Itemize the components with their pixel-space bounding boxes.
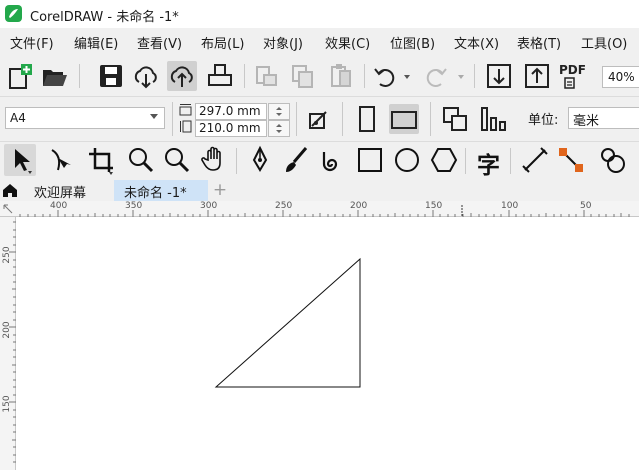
- menu-bitmaps[interactable]: 位图(B): [390, 33, 435, 52]
- save-icon[interactable]: [96, 61, 126, 91]
- menu-file[interactable]: 文件(F): [10, 33, 54, 52]
- ruler-origin-icon[interactable]: [2, 203, 14, 215]
- add-tab-button[interactable]: +: [210, 181, 230, 200]
- export-icon[interactable]: [522, 61, 552, 91]
- toolbar-separator: [465, 148, 466, 174]
- units-label: 单位:: [528, 113, 559, 128]
- ruler-label: 150: [425, 201, 443, 211]
- ruler-label: 350: [125, 201, 143, 211]
- tab-welcome-label: 欢迎屏幕: [34, 186, 87, 201]
- redo-dropdown-arrow-icon[interactable]: [458, 75, 464, 79]
- page-height-icon: [179, 120, 192, 133]
- toolbar-separator: [79, 64, 80, 88]
- triangle-shape[interactable]: [214, 257, 361, 388]
- zoom-tool-2-icon[interactable]: [160, 144, 192, 176]
- units-select[interactable]: 毫米: [568, 107, 639, 129]
- portrait-orientation-icon[interactable]: [352, 104, 382, 134]
- redo-icon[interactable]: [421, 61, 451, 91]
- menu-effects[interactable]: 效果(C): [325, 33, 370, 52]
- artistic-media-tool-icon[interactable]: [280, 144, 312, 176]
- undo-dropdown-arrow-icon[interactable]: [404, 75, 410, 79]
- text-tool-glyph: 字: [477, 153, 500, 179]
- toolbar-separator: [172, 102, 173, 136]
- menu-object[interactable]: 对象(J): [263, 33, 303, 52]
- import-icon[interactable]: [484, 61, 514, 91]
- toolbar-separator: [510, 148, 511, 174]
- publish-to-pdf-icon[interactable]: PDF: [557, 61, 587, 91]
- cut-icon[interactable]: [251, 61, 281, 91]
- undo-icon[interactable]: [370, 61, 400, 91]
- menu-view[interactable]: 查看(V): [137, 33, 182, 52]
- toolbar-separator: [474, 64, 475, 88]
- connector-tool-icon[interactable]: [555, 144, 587, 176]
- paper-size-select[interactable]: A4: [5, 107, 165, 129]
- ruler-label: 100: [501, 201, 519, 211]
- ruler-label: 250: [2, 246, 12, 264]
- download-from-cloud-icon[interactable]: [131, 61, 161, 91]
- page-width-spinner[interactable]: [268, 103, 290, 120]
- ruler-label: 400: [50, 201, 68, 211]
- menu-edit[interactable]: 编辑(E): [74, 33, 118, 52]
- drawing-canvas[interactable]: [17, 218, 639, 470]
- toolbar-separator: [236, 148, 237, 174]
- toolbar-separator: [364, 64, 365, 88]
- menu-text[interactable]: 文本(X): [454, 33, 499, 52]
- coreldraw-logo-icon: [5, 5, 22, 22]
- ruler-label: 150: [2, 395, 12, 413]
- shape-tool-icon[interactable]: [44, 144, 76, 176]
- landscape-orientation-icon[interactable]: [389, 104, 419, 134]
- paste-icon[interactable]: [326, 61, 356, 91]
- copy-icon[interactable]: [288, 61, 318, 91]
- tab-document-label: 未命名 -1*: [124, 186, 187, 201]
- ruler-label: 250: [275, 201, 293, 211]
- toolbar-separator: [430, 102, 431, 136]
- page-dimensions-tool-icon[interactable]: [304, 104, 334, 134]
- current-page-layout-icon[interactable]: [478, 104, 508, 134]
- new-document-icon[interactable]: [5, 61, 35, 91]
- upload-to-cloud-icon[interactable]: [167, 61, 197, 91]
- home-icon[interactable]: [2, 182, 18, 198]
- page-width-field[interactable]: 297.0 mm: [195, 103, 267, 120]
- polygon-tool-icon[interactable]: [428, 144, 460, 176]
- dimension-tool-icon[interactable]: [519, 144, 551, 176]
- ellipse-tool-icon[interactable]: [391, 144, 423, 176]
- all-pages-layout-icon[interactable]: [440, 104, 470, 134]
- page-height-field[interactable]: 210.0 mm: [195, 120, 267, 137]
- open-folder-icon[interactable]: [40, 61, 70, 91]
- pick-tool-icon[interactable]: [4, 144, 36, 176]
- pen-tool-icon[interactable]: [244, 144, 276, 176]
- ruler-label: 50: [580, 201, 592, 211]
- toolbar-separator: [244, 64, 245, 88]
- spiral-tool-icon[interactable]: [316, 144, 348, 176]
- toolbar-separator: [342, 102, 343, 136]
- text-tool-icon[interactable]: 字: [473, 144, 505, 179]
- print-icon[interactable]: [205, 61, 235, 91]
- chevron-down-icon: [150, 114, 158, 119]
- zoom-tool-icon[interactable]: [124, 144, 156, 176]
- pan-tool-icon[interactable]: [198, 144, 230, 176]
- blend-tool-icon[interactable]: [596, 144, 628, 176]
- crop-tool-icon[interactable]: [85, 144, 117, 176]
- page-width-icon: [179, 103, 192, 116]
- window-title: CorelDRAW - 未命名 -1*: [30, 10, 179, 25]
- page-height-spinner[interactable]: [268, 120, 290, 137]
- menu-layout[interactable]: 布局(L): [201, 33, 244, 52]
- rectangle-tool-icon[interactable]: [354, 144, 386, 176]
- zoom-level-input[interactable]: 40%: [602, 66, 639, 88]
- ruler-label: 200: [350, 201, 368, 211]
- menu-table[interactable]: 表格(T): [517, 33, 561, 52]
- horizontal-ruler[interactable]: [0, 201, 639, 217]
- toolbar-separator: [296, 102, 297, 136]
- menu-tools[interactable]: 工具(O): [581, 33, 627, 52]
- ruler-label: 300: [200, 201, 218, 211]
- ruler-label: 200: [2, 321, 12, 339]
